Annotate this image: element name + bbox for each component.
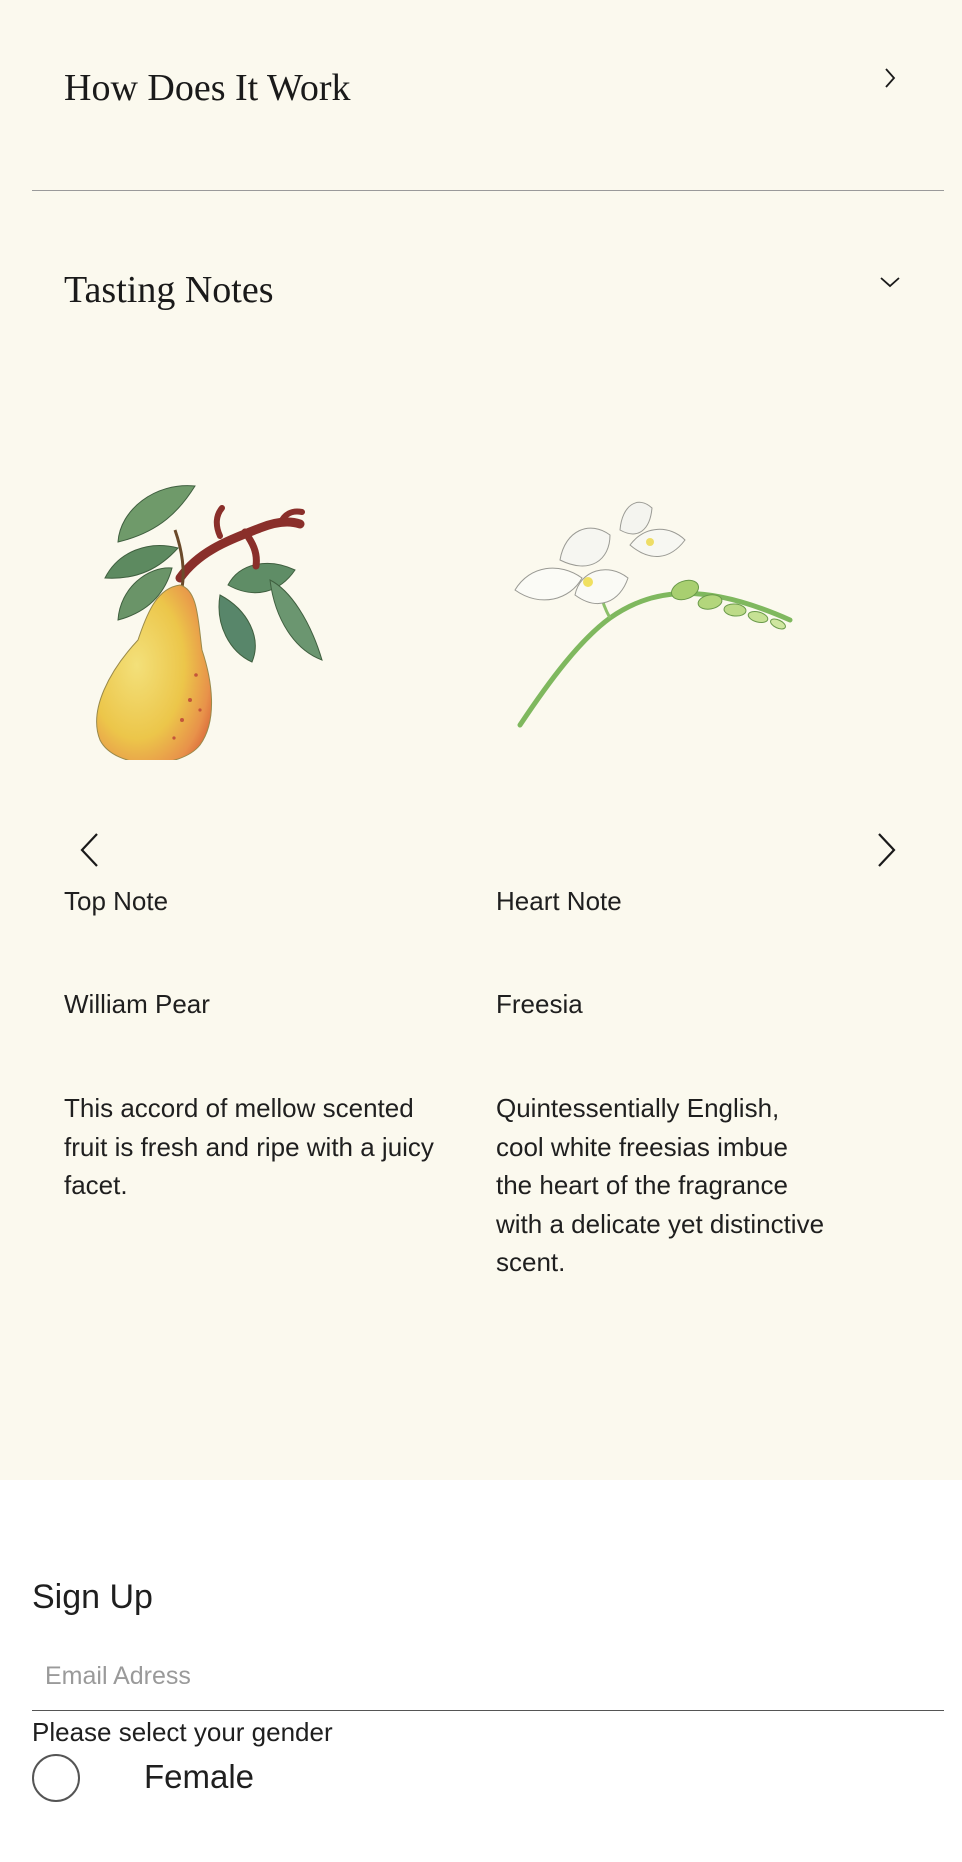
note-name: Freesia: [496, 989, 583, 1019]
chevron-down-icon[interactable]: [874, 266, 906, 298]
email-field[interactable]: [32, 1643, 944, 1711]
gender-option-label[interactable]: Female: [144, 1758, 254, 1796]
note-label: Heart Note: [496, 886, 622, 916]
accordion-title-how-it-works[interactable]: How Does It Work: [64, 66, 350, 110]
pear-illustration: [96, 485, 323, 760]
note-label: Top Note: [64, 886, 169, 916]
chevron-right-icon[interactable]: [874, 62, 906, 94]
note-description: Quintessentially English, cool white fre…: [496, 1093, 825, 1277]
gender-radio-female[interactable]: [32, 1754, 80, 1802]
accordion-divider: [32, 190, 944, 191]
carousel-prev-button[interactable]: [70, 828, 110, 872]
accordion-title-tasting-notes[interactable]: Tasting Notes: [64, 268, 273, 312]
note-description: This accord of mellow scented fruit is f…: [64, 1093, 434, 1200]
signup-title: Sign Up: [32, 1578, 153, 1616]
note-name: William Pear: [64, 989, 210, 1019]
carousel-next-button[interactable]: [866, 828, 906, 872]
gender-prompt: Please select your gender: [32, 1717, 333, 1747]
freesia-illustration: [514, 501, 793, 728]
